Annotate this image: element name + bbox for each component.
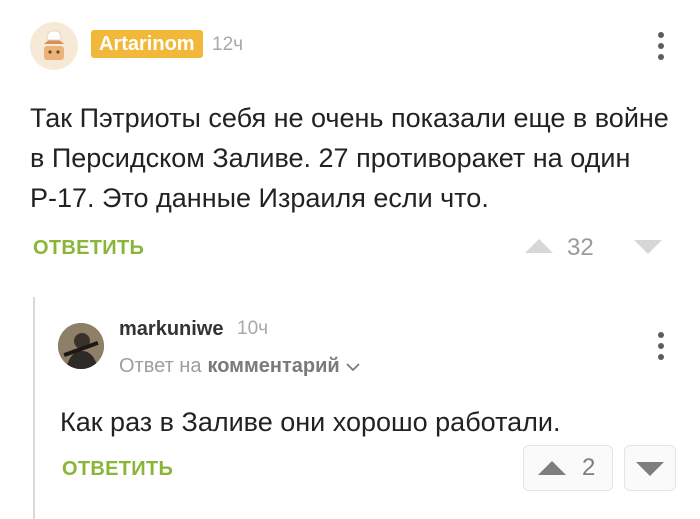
comment-text: Так Пэтриоты себя не очень показали еще … <box>30 103 669 213</box>
username[interactable]: markuniwe <box>119 318 223 341</box>
comment-time: 12ч <box>212 34 244 55</box>
avatar[interactable] <box>58 323 104 369</box>
more-options-icon[interactable] <box>656 32 666 60</box>
vote-up-box[interactable]: 2 <box>523 445 613 491</box>
reply-to-target: комментарий <box>207 355 340 377</box>
upvote-icon[interactable] <box>538 461 566 475</box>
thread-line <box>33 297 35 519</box>
downvote-icon[interactable] <box>634 240 662 254</box>
chef-avatar-icon <box>44 30 64 60</box>
reply-button[interactable]: ОТВЕТИТЬ <box>62 458 173 481</box>
score-value: 32 <box>567 234 594 261</box>
score-value: 2 <box>582 454 596 481</box>
chevron-down-icon <box>346 362 360 371</box>
downvote-icon[interactable] <box>636 462 664 476</box>
reply-to-link[interactable]: Ответ на комментарий <box>119 355 360 378</box>
vote-down-box[interactable] <box>624 445 676 491</box>
reply-to-prefix: Ответ на <box>119 355 202 377</box>
upvote-icon[interactable] <box>525 239 553 253</box>
comment-time: 10ч <box>237 318 269 339</box>
username-badge[interactable]: Artarinom <box>91 30 203 58</box>
comment-text: Как раз в Заливе они хорошо работали. <box>60 407 561 437</box>
avatar[interactable] <box>30 22 78 70</box>
user-avatar-icon <box>58 323 104 369</box>
reply-button[interactable]: ОТВЕТИТЬ <box>33 237 144 260</box>
more-options-icon[interactable] <box>656 332 666 360</box>
